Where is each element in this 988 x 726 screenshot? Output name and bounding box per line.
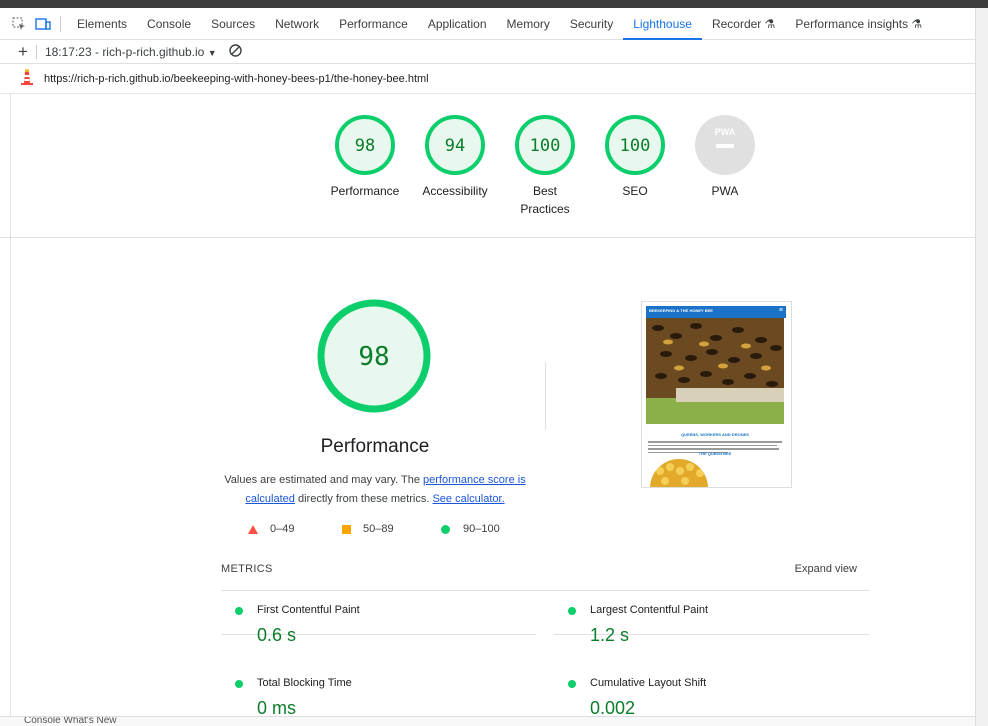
gauge-performance[interactable]: 98 Performance <box>320 114 410 200</box>
tab-elements[interactable]: Elements <box>67 8 137 40</box>
gauge-seo-score: 100 <box>620 136 651 156</box>
performance-description: Values are estimated and may vary. The p… <box>224 471 526 509</box>
pass-circle-icon <box>568 680 576 688</box>
thumb-subheading: THE QUEEN BEE <box>698 451 732 456</box>
dropdown-arrow-icon: ▼ <box>207 47 217 58</box>
metric-tbt-name: Total Blocking Time <box>257 677 352 689</box>
lighthouse-report-bar: + 18:17:23 - rich-p-rich.github.io ▼ <box>0 40 975 64</box>
toolbar-divider <box>60 15 61 32</box>
gauge-accessibility-ring: 94 <box>425 115 485 175</box>
gauge-seo-ring: 100 <box>605 115 665 175</box>
metric-tbt: Total Blocking Time 0 ms <box>221 636 536 718</box>
legend-pass-range: 90–100 <box>463 523 500 535</box>
gauge-accessibility[interactable]: 94 Accessibility <box>410 114 500 200</box>
metric-cls: Cumulative Layout Shift 0.002 <box>554 636 869 718</box>
pwa-badge-icon: PWA <box>695 115 755 175</box>
gauge-seo[interactable]: 100 SEO <box>590 114 680 200</box>
performance-main-gauge: 98 <box>316 298 432 414</box>
gauge-pwa[interactable]: PWA PWA <box>680 114 770 200</box>
gauge-best-practices-ring: 100 <box>515 115 575 175</box>
legend-fail: 0–49 <box>248 523 294 535</box>
gauge-performance-label: Performance <box>330 184 400 198</box>
drawer-tabs[interactable]: Console What's New <box>24 717 117 726</box>
tab-recorder-label: Recorder <box>711 16 762 31</box>
pass-circle-icon <box>235 680 243 688</box>
tab-application[interactable]: Application <box>418 8 497 40</box>
metric-cls-name: Cumulative Layout Shift <box>590 677 707 689</box>
inspect-element-icon[interactable] <box>8 13 30 35</box>
gauge-seo-label: SEO <box>622 184 648 198</box>
final-screenshot-thumbnail[interactable]: BEEKEEPING & THE HONEY BEE ≡ QUEENS, WOR… <box>641 301 792 488</box>
tab-recorder[interactable]: Recorder ⚗ <box>702 8 785 40</box>
metric-lcp-name: Largest Contentful Paint <box>590 604 709 616</box>
legend-fail-range: 0–49 <box>270 523 295 535</box>
devtools-tabbar: Elements Console Sources Network Perform… <box>0 8 975 40</box>
gauge-best-practices-score: 100 <box>530 136 561 156</box>
tab-lighthouse[interactable]: Lighthouse <box>623 8 702 40</box>
lighthouse-logo-icon <box>20 69 34 88</box>
thumb-header: BEEKEEPING & THE HONEY BEE ≡ <box>646 306 786 318</box>
see-calculator-link[interactable]: See calculator. <box>432 493 504 505</box>
performance-title: Performance <box>320 436 430 457</box>
performance-desc-mid: directly from these metrics. <box>294 493 433 505</box>
category-gauges: 98 Performance 94 Accessibility 100 Best… <box>0 94 975 238</box>
metric-fcp-name: First Contentful Paint <box>257 604 360 616</box>
performance-main-ring: 98 <box>317 299 431 413</box>
gauge-accessibility-score: 94 <box>445 136 465 156</box>
pass-circle-icon <box>441 524 450 534</box>
report-bar-divider <box>35 44 37 59</box>
drawer-tabbar: Console What's New <box>0 716 975 726</box>
average-square-icon <box>342 524 351 534</box>
tab-memory[interactable]: Memory <box>497 8 560 40</box>
metric-fcp: First Contentful Paint 0.6 s <box>221 563 536 645</box>
pass-circle-icon <box>235 607 243 615</box>
audited-url[interactable]: https://rich-p-rich.github.io/beekeeping… <box>44 73 429 85</box>
gauge-best-practices-label: Best Practices <box>520 184 570 216</box>
tab-performance[interactable]: Performance <box>329 8 418 40</box>
tab-performance-insights-label: Performance insights <box>795 16 909 31</box>
gauge-best-practices[interactable]: 100 Best Practices <box>500 114 590 218</box>
gauge-performance-score: 98 <box>355 136 375 156</box>
tab-security[interactable]: Security <box>560 8 623 40</box>
scrollbar-track[interactable] <box>975 8 988 726</box>
tab-performance-insights[interactable]: Performance insights ⚗ <box>785 8 932 40</box>
legend-average: 50–89 <box>342 523 394 535</box>
clear-reports-icon[interactable] <box>228 43 242 60</box>
report-selector[interactable]: 18:17:23 - rich-p-rich.github.io ▼ <box>45 45 217 59</box>
thumb-header-text: BEEKEEPING & THE HONEY BEE <box>649 308 713 313</box>
thumb-hero-image <box>646 318 784 424</box>
honeycomb-cells-image <box>656 463 704 485</box>
gauge-accessibility-label: Accessibility <box>422 184 488 198</box>
legend-average-range: 50–89 <box>363 523 394 535</box>
tab-sources[interactable]: Sources <box>201 8 265 40</box>
performance-desc-text: Values are estimated and may vary. The <box>224 474 423 486</box>
gauge-performance-ring: 98 <box>335 115 395 175</box>
device-toolbar-icon[interactable] <box>32 13 54 35</box>
honeycomb-bees-image <box>646 318 784 424</box>
flask-icon: ⚗ <box>764 16 776 31</box>
fail-triangle-icon <box>248 524 258 534</box>
tab-console[interactable]: Console <box>137 8 201 40</box>
new-report-icon[interactable]: + <box>18 42 28 62</box>
gauge-screenshot-divider <box>545 362 546 430</box>
report-selector-label: 18:17:23 - rich-p-rich.github.io <box>44 44 205 59</box>
pass-circle-icon <box>568 607 576 615</box>
metric-lcp: Largest Contentful Paint 1.2 s <box>554 563 869 645</box>
audited-url-bar: https://rich-p-rich.github.io/beekeeping… <box>0 64 975 94</box>
flask-icon: ⚗ <box>911 16 923 31</box>
pwa-badge-text: PWA <box>715 127 736 137</box>
tab-network[interactable]: Network <box>265 8 329 40</box>
thumb-menu-icon: ≡ <box>778 307 783 314</box>
gauge-pwa-label: PWA <box>711 184 739 198</box>
performance-main-score: 98 <box>358 342 389 372</box>
thumb-heading: QUEENS, WORKERS AND DRONES <box>681 432 749 437</box>
legend-pass: 90–100 <box>441 523 500 535</box>
thumb-queen-image <box>650 459 708 487</box>
